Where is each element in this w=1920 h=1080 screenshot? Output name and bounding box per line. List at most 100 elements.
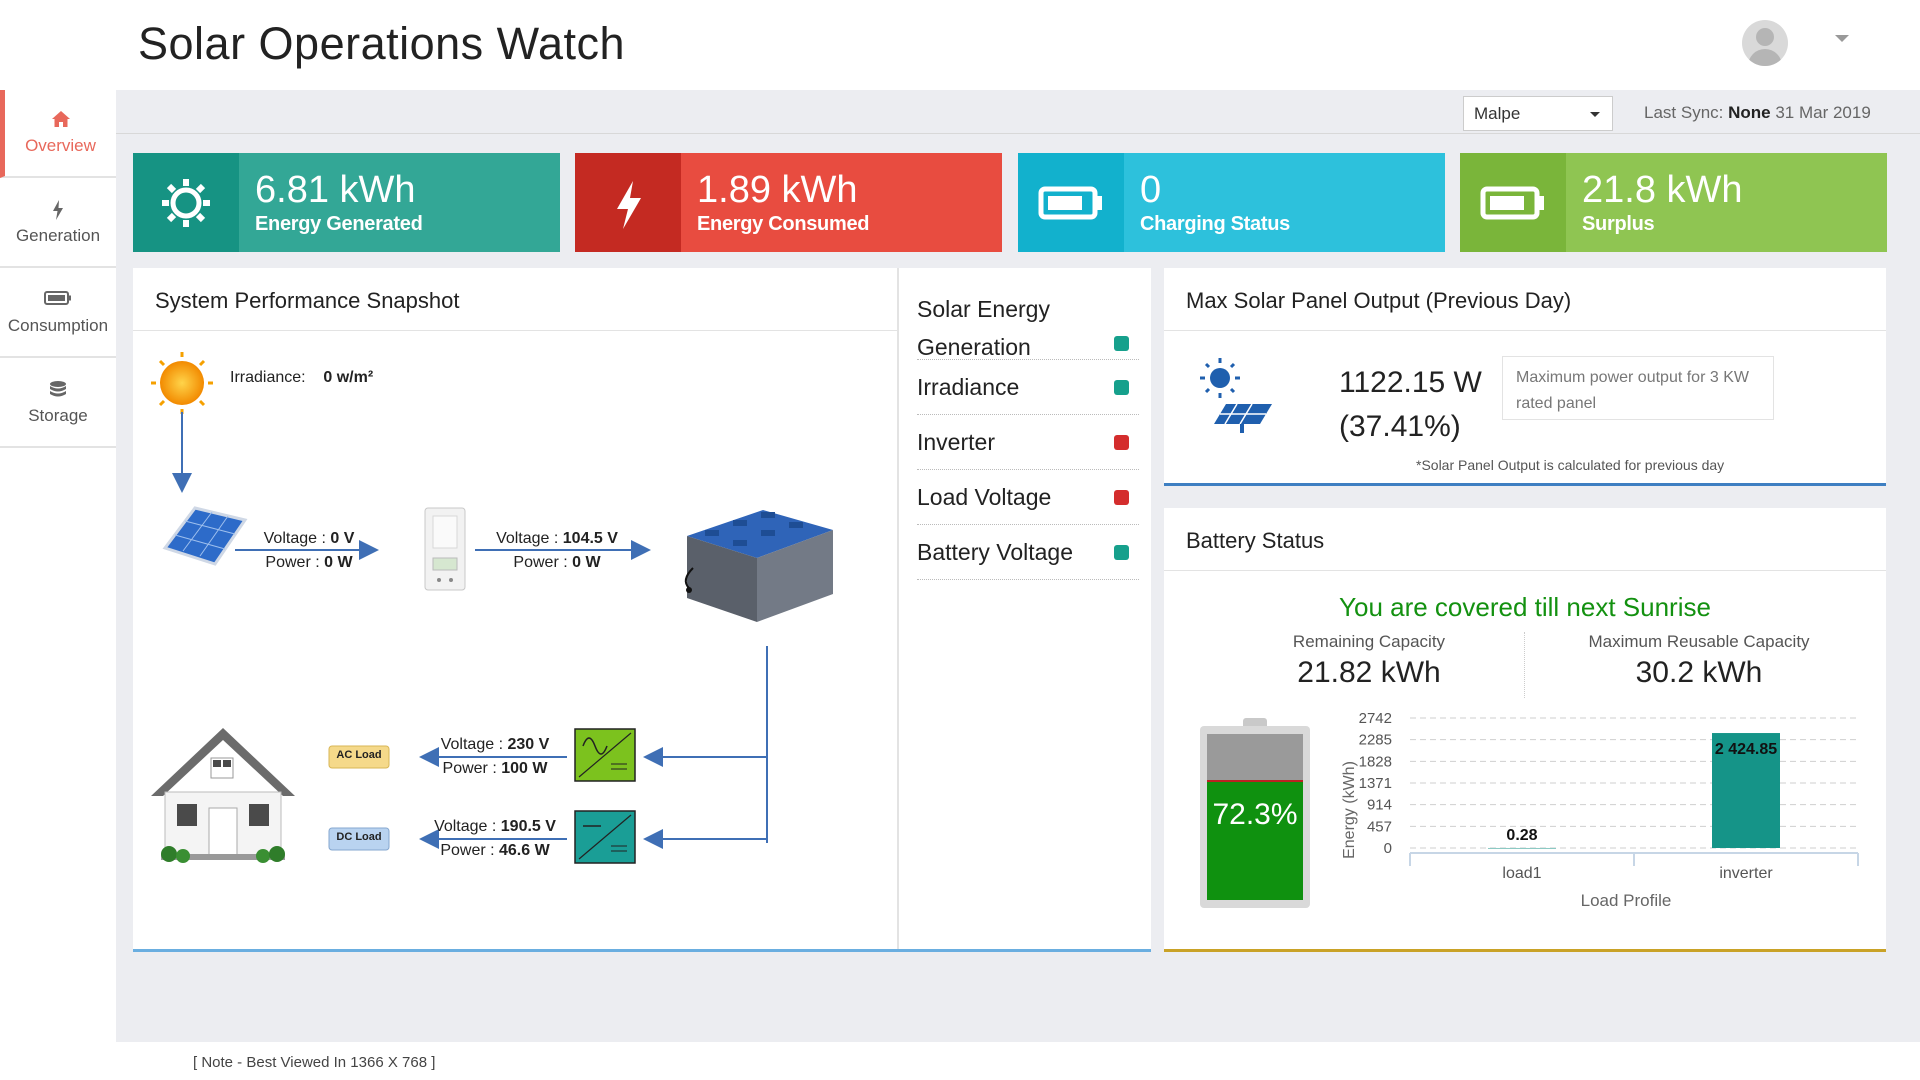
panel-title: Battery Status xyxy=(1186,528,1325,553)
kpi-label: Charging Status xyxy=(1140,213,1290,235)
battery-icon xyxy=(0,290,116,310)
kpi-charging-status: 0 Charging Status xyxy=(1018,153,1445,252)
status-fault-indicator xyxy=(1114,490,1129,505)
last-sync-value: None xyxy=(1728,103,1771,122)
chart-y-tick-label: 0 xyxy=(1384,840,1392,857)
irradiance-value: 0 w/m² xyxy=(323,369,374,386)
chart-y-tick-label: 1828 xyxy=(1359,753,1392,770)
dc-power-value: 46.6 W xyxy=(499,842,550,859)
status-item-battery-voltage: Battery Voltage xyxy=(917,525,1139,580)
location-select-value: Malpe xyxy=(1474,104,1521,123)
power-label: Power : xyxy=(440,842,499,859)
panel-title: Max Solar Panel Output (Previous Day) xyxy=(1186,288,1572,313)
panel-voltage: Voltage : 0 V xyxy=(245,530,373,548)
kpi-value: 21.8 kWh xyxy=(1582,169,1743,211)
status-ok-indicator xyxy=(1114,545,1129,560)
battery-icon xyxy=(1460,153,1566,252)
voltage-label: Voltage : xyxy=(496,530,563,547)
battery-icon xyxy=(1018,153,1124,252)
chart-data-label: 0.28 xyxy=(1506,827,1537,844)
last-sync-date: 31 Mar 2019 xyxy=(1775,103,1871,122)
max-output-panel: Max Solar Panel Output (Previous Day) 11… xyxy=(1164,268,1886,486)
inverter-voltage-value: 104.5 V xyxy=(562,530,618,547)
kpi-label: Surplus xyxy=(1582,213,1655,235)
sidebar: Overview Generation Consumption Storage xyxy=(0,90,116,1080)
panel-power-value: 0 W xyxy=(324,554,353,571)
chart-x-tick-label: load1 xyxy=(1502,865,1541,882)
chart-y-tick-label: 457 xyxy=(1367,818,1392,835)
status-label-line2: Generation xyxy=(917,334,1031,360)
chart-y-tick-label: 914 xyxy=(1367,797,1392,814)
house-icon xyxy=(151,728,295,863)
kpi-label: Energy Consumed xyxy=(697,213,870,235)
ac-voltage-value: 230 V xyxy=(507,736,550,753)
status-ok-indicator xyxy=(1114,380,1129,395)
footer-note: [ Note - Best Viewed In 1366 X 768 ] xyxy=(193,1054,436,1071)
chart-x-tick-label: inverter xyxy=(1719,865,1773,882)
battery-gauge: 72.3% xyxy=(1200,718,1310,908)
chart-y-tick-label: 2742 xyxy=(1359,710,1392,727)
inverter-voltage: Voltage : 104.5 V xyxy=(473,530,641,548)
power-label: Power : xyxy=(513,554,573,571)
remaining-capacity-label: Remaining Capacity xyxy=(1292,632,1446,651)
max-reusable-capacity-value: 30.2 kWh xyxy=(1635,656,1763,689)
status-label: Irradiance xyxy=(917,374,1020,400)
user-menu-caret-icon[interactable] xyxy=(1835,35,1849,42)
status-label: Inverter xyxy=(917,429,995,455)
home-icon xyxy=(5,110,116,130)
sidebar-item-label: Consumption xyxy=(7,316,109,335)
sidebar-item-storage[interactable]: Storage xyxy=(0,360,116,448)
panel-power: Power : 0 W xyxy=(245,554,373,572)
power-label: Power : xyxy=(442,760,502,777)
remaining-capacity-value: 21.82 kWh xyxy=(1297,656,1441,689)
sun-gear-icon xyxy=(133,153,239,252)
status-label: Battery Voltage xyxy=(917,539,1073,565)
max-output-value: 1122.15 W xyxy=(1339,366,1482,399)
dc-load-label: DC Load xyxy=(336,831,382,843)
sidebar-item-overview[interactable]: Overview xyxy=(0,90,116,178)
location-select[interactable]: Malpe xyxy=(1463,96,1613,131)
battery-headline: You are covered till next Sunrise xyxy=(1339,592,1711,622)
status-item-irradiance: Irradiance xyxy=(917,360,1139,415)
kpi-surplus: 21.8 kWh Surplus xyxy=(1460,153,1887,252)
max-output-footnote: *Solar Panel Output is calculated for pr… xyxy=(1416,457,1725,473)
inverter-power-value: 0 W xyxy=(572,554,601,571)
status-item-solar-energy-generation: Solar Energy Generation xyxy=(917,290,1139,360)
sidebar-item-generation[interactable]: Generation xyxy=(0,180,116,268)
irradiance-readout: Irradiance: 0 w/m² xyxy=(230,369,373,387)
voltage-label: Voltage : xyxy=(263,530,331,547)
battery-bank-icon xyxy=(684,510,833,622)
chart-y-tick-label: 1371 xyxy=(1359,775,1392,792)
status-label: Solar Energy xyxy=(917,296,1050,322)
app-header: Solar Operations Watch xyxy=(0,0,1920,90)
status-ok-indicator xyxy=(1114,336,1129,351)
max-reusable-capacity-label: Maximum Reusable Capacity xyxy=(1588,632,1810,651)
status-label: Load Voltage xyxy=(917,484,1052,510)
app-title: Solar Operations Watch xyxy=(138,18,626,69)
sun-icon xyxy=(151,352,213,414)
voltage-label: Voltage : xyxy=(440,736,508,753)
voltage-label: Voltage : xyxy=(434,818,501,835)
chart-x-axis-label: Load Profile xyxy=(1581,891,1672,910)
chart-y-tick-label: 2285 xyxy=(1359,732,1392,749)
system-performance-panel: System Performance Snapshot Irradiance: … xyxy=(133,268,1151,952)
panel-voltage-value: 0 V xyxy=(330,530,355,547)
power-label: Power : xyxy=(265,554,325,571)
load-profile-chart: 0 457 914 1371 1828 2285 2742 0.28 2 424.85 loa… xyxy=(1341,710,1859,910)
chevron-down-icon xyxy=(1590,112,1600,117)
main-content: Malpe Last Sync: None 31 Mar 2019 6.81 k… xyxy=(116,90,1920,1042)
status-item-inverter: Inverter xyxy=(917,415,1139,470)
solar-panel-icon xyxy=(162,506,248,566)
bolt-icon xyxy=(0,200,116,220)
max-output-percent: (37.41%) xyxy=(1339,410,1461,443)
chart-y-axis-label: Energy (kWh) xyxy=(1341,761,1358,859)
sidebar-item-consumption[interactable]: Consumption xyxy=(0,270,116,358)
sidebar-item-label: Storage xyxy=(28,406,88,425)
kpi-value: 0 xyxy=(1140,169,1162,211)
kpi-value: 6.81 kWh xyxy=(255,169,416,211)
last-sync: Last Sync: None 31 Mar 2019 xyxy=(1644,103,1871,123)
user-avatar-icon[interactable] xyxy=(1742,20,1788,66)
kpi-label: Energy Generated xyxy=(255,213,423,235)
last-sync-label: Last Sync: xyxy=(1644,103,1724,122)
kpi-value: 1.89 kWh xyxy=(697,169,858,211)
